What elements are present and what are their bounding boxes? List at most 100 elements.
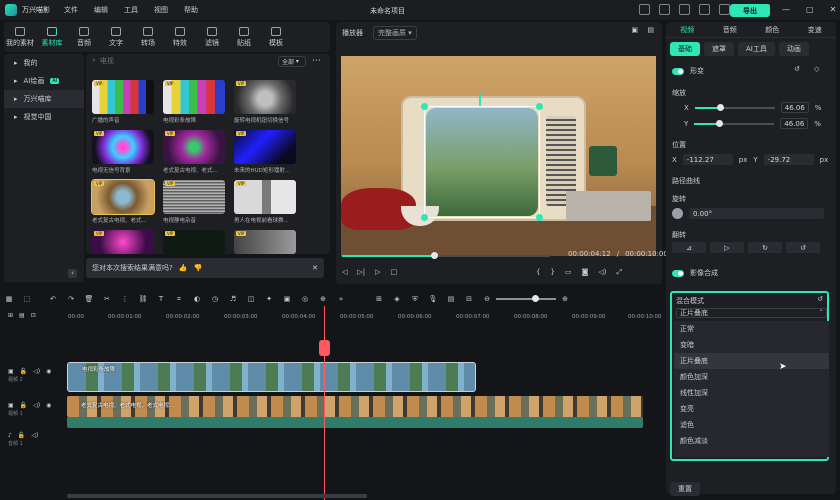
zoom-out-icon[interactable]: ⊖	[478, 295, 496, 303]
lock-icon[interactable]: 🔓	[18, 432, 25, 439]
shield-icon[interactable]: ⛨	[406, 295, 424, 304]
media-thumb[interactable]: VIP	[92, 230, 154, 254]
video-clip-main[interactable]: 老式复古电视、老式电视、老式电视...	[67, 396, 643, 417]
scale-y-slider[interactable]	[694, 119, 775, 127]
pos-x-input[interactable]: -112.27	[682, 154, 733, 165]
thumb-up-icon[interactable]: 👍	[179, 264, 188, 272]
compositing-toggle[interactable]	[672, 269, 684, 277]
playback-progress[interactable]	[342, 252, 550, 259]
search-bar[interactable]: ⌕ 电视	[92, 56, 114, 66]
sidebar-item-mine[interactable]: ▸ 我的	[4, 54, 84, 72]
color-icon[interactable]: ◐	[188, 295, 206, 303]
tab-video[interactable]: 视频	[680, 25, 694, 35]
mic-icon[interactable]: 🎙	[424, 295, 442, 303]
play-icon[interactable]: ▷	[375, 268, 380, 276]
step-back-icon[interactable]: ▷|	[357, 268, 365, 276]
tab-stock-media[interactable]: 素材库	[36, 22, 68, 52]
lock-icon[interactable]: 🔓	[20, 402, 27, 409]
crop-icon[interactable]: ⌗	[170, 295, 188, 304]
layout-icon[interactable]: ▦	[0, 295, 18, 303]
stabilize-icon[interactable]: ◎	[296, 295, 314, 303]
lock-icon[interactable]: 🔓	[20, 368, 27, 375]
tab-audio[interactable]: 音频	[68, 22, 100, 52]
feedback-icon[interactable]	[659, 4, 670, 15]
blend-option[interactable]: 滤色	[674, 417, 829, 433]
menu-tools[interactable]: 工具	[124, 5, 138, 15]
voiceover-icon[interactable]: ▤	[442, 295, 460, 303]
mark-in-icon[interactable]: {	[536, 268, 540, 277]
rotate-handle[interactable]	[479, 94, 481, 106]
media-thumb[interactable]: VIP	[234, 80, 296, 114]
monitor-icon[interactable]: ▭	[565, 268, 572, 277]
cut-icon[interactable]: ✂	[98, 295, 116, 303]
media-thumb[interactable]: VIP	[163, 130, 225, 164]
pos-y-input[interactable]: -29.72	[763, 154, 814, 165]
blend-option[interactable]: 颜色加深	[674, 369, 829, 385]
blend-option[interactable]: 正常	[674, 321, 829, 337]
resize-handle[interactable]	[536, 103, 543, 110]
snapshot-icon[interactable]: ▣	[631, 26, 638, 34]
selection-box[interactable]	[424, 106, 540, 218]
blend-option[interactable]: 线性加深	[674, 385, 829, 401]
rotate-ccw-icon[interactable]: ↺	[786, 242, 820, 253]
camera-icon[interactable]: ◙	[582, 268, 589, 277]
sidebar-item-ai-painting[interactable]: ▸ AI绘画 AI	[4, 72, 84, 90]
mute-icon[interactable]: ◁)	[31, 432, 38, 439]
media-thumb[interactable]: VIP	[163, 230, 225, 254]
media-thumb[interactable]: VIP	[92, 130, 154, 164]
redo-icon[interactable]: ↷	[62, 295, 80, 303]
zoom-in-icon[interactable]: ⊕	[556, 295, 574, 303]
tab-transition[interactable]: 转场	[132, 22, 164, 52]
split-icon[interactable]: ⋮	[116, 295, 134, 303]
menu-file[interactable]: 文件	[64, 5, 78, 15]
prev-frame-icon[interactable]: ◁	[342, 268, 347, 276]
blend-option-selected[interactable]: 正片叠底	[674, 353, 829, 369]
tab-filters[interactable]: 滤镜	[196, 22, 228, 52]
filter-dropdown[interactable]: 全部 ▾	[278, 56, 306, 67]
reset-button[interactable]: 重置	[670, 482, 700, 496]
progress-knob[interactable]	[430, 252, 438, 259]
render-icon[interactable]: ⊞	[370, 295, 388, 303]
mask-icon[interactable]: ◫	[242, 295, 260, 303]
blend-mode-dropdown[interactable]: 正片叠底 ˄	[676, 308, 827, 318]
keyframe-icon[interactable]: ◇	[814, 65, 819, 73]
media-thumb[interactable]: VIP	[163, 180, 225, 214]
text-icon[interactable]: T	[152, 295, 170, 303]
download-icon[interactable]	[699, 4, 710, 15]
audio-detach-icon[interactable]: ♬	[224, 295, 242, 303]
rotate-cw-icon[interactable]: ↻	[748, 242, 782, 253]
scale-y-input[interactable]: 46.06	[780, 118, 809, 129]
subtab-ai-tools[interactable]: AI工具	[738, 42, 775, 56]
media-thumb[interactable]: VIP	[92, 80, 154, 114]
tab-templates[interactable]: 模板	[260, 22, 292, 52]
resize-handle[interactable]	[536, 214, 543, 221]
undo-icon[interactable]: ↶	[44, 295, 62, 303]
blend-option[interactable]: 颜色减淡	[674, 433, 829, 449]
more-icon[interactable]: ⋯	[312, 56, 321, 66]
scale-x-input[interactable]: 46.06	[780, 102, 809, 113]
scale-x-slider[interactable]	[694, 103, 775, 111]
tab-audio[interactable]: 音频	[723, 25, 737, 35]
fullscreen-icon[interactable]: ⤢	[616, 268, 622, 277]
video-preview[interactable]	[341, 56, 656, 256]
eye-icon[interactable]: ◉	[46, 368, 51, 375]
media-thumb[interactable]: VIP	[234, 130, 296, 164]
export-button[interactable]: 导出	[730, 4, 770, 17]
blend-option[interactable]: 变暗	[674, 337, 829, 353]
mute-icon[interactable]: ◁)	[33, 368, 40, 375]
quality-dropdown[interactable]: 完整画质 ▾	[373, 26, 417, 40]
volume-icon[interactable]: ◁)	[598, 268, 606, 277]
maximize-icon[interactable]: ▢	[806, 5, 814, 14]
ai-icon[interactable]: ✦	[260, 295, 278, 303]
stop-icon[interactable]: □	[391, 268, 398, 276]
blend-reset-icon[interactable]: ↺	[817, 295, 823, 303]
select-icon[interactable]: ⬚	[18, 295, 36, 303]
snap-icon[interactable]: ⊟	[460, 295, 478, 303]
menu-help[interactable]: 帮助	[184, 5, 198, 15]
user-icon[interactable]	[719, 4, 730, 15]
menu-view[interactable]: 视图	[154, 5, 168, 15]
timeline-scrollbar[interactable]	[67, 494, 367, 498]
eye-icon[interactable]: ◉	[46, 402, 51, 409]
reset-icon[interactable]: ↺	[794, 65, 800, 73]
link-icon[interactable]: ⛓	[134, 295, 152, 303]
